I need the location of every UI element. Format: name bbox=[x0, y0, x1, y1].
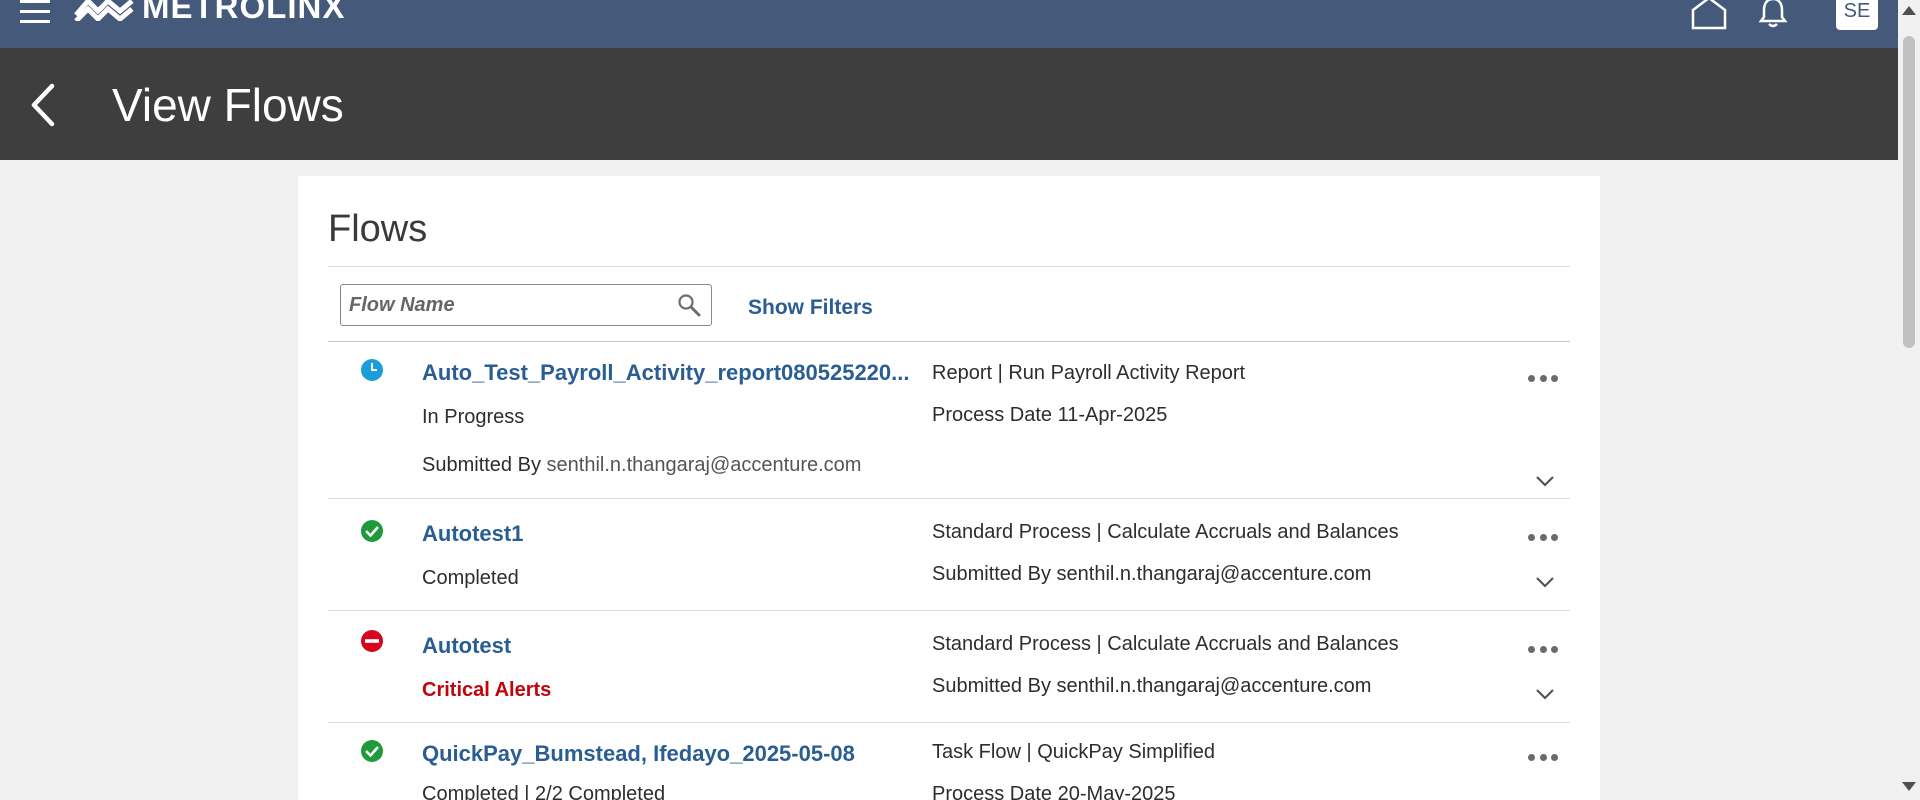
search-icon[interactable] bbox=[677, 293, 701, 317]
clock-icon bbox=[361, 359, 383, 381]
submitted-by-value: senthil.n.thangaraj@accenture.com bbox=[1056, 563, 1372, 585]
submitted-by-value: senthil.n.thangaraj@accenture.com bbox=[546, 454, 862, 476]
more-actions-icon[interactable] bbox=[1528, 529, 1558, 545]
scroll-thumb[interactable] bbox=[1903, 36, 1915, 348]
flows-section-title: Flows bbox=[328, 208, 428, 250]
top-navigation-bar: METROLINX SE bbox=[0, 0, 1898, 48]
flow-type: Standard Process | Calculate Accruals an… bbox=[932, 633, 1399, 655]
expand-chevron-down-icon[interactable] bbox=[1534, 687, 1556, 701]
submitted-by-label: Submitted By bbox=[932, 675, 1051, 697]
more-actions-icon[interactable] bbox=[1528, 370, 1558, 386]
flow-name-link[interactable]: Auto_Test_Payroll_Activity_report0805252… bbox=[422, 360, 910, 386]
more-actions-icon[interactable] bbox=[1528, 749, 1558, 765]
flow-row: QuickPay_Bumstead, Ifedayo_2025-05-08 Co… bbox=[328, 723, 1570, 800]
brand-logo[interactable]: METROLINX bbox=[74, 0, 346, 25]
flow-row: Auto_Test_Payroll_Activity_report0805252… bbox=[328, 342, 1570, 498]
expand-chevron-down-icon[interactable] bbox=[1534, 575, 1556, 589]
process-date: Process Date 11-Apr-2025 bbox=[932, 404, 1167, 427]
process-date-value: 20-May-2025 bbox=[1057, 783, 1176, 800]
scroll-up-arrow-icon[interactable] bbox=[1902, 6, 1916, 15]
page-header: View Flows bbox=[0, 48, 1898, 160]
flow-name-link[interactable]: Autotest1 bbox=[422, 521, 523, 547]
metrolinx-logo-icon bbox=[74, 0, 134, 21]
submitted-by: Submitted By senthil.n.thangaraj@accentu… bbox=[422, 454, 861, 477]
flow-type: Standard Process | Calculate Accruals an… bbox=[932, 521, 1399, 543]
process-date: Process Date 20-May-2025 bbox=[932, 783, 1175, 800]
submitted-by-value: senthil.n.thangaraj@accenture.com bbox=[1056, 675, 1372, 697]
flow-status: Completed bbox=[422, 567, 519, 589]
user-avatar[interactable]: SE bbox=[1836, 0, 1878, 30]
page-title: View Flows bbox=[112, 79, 344, 131]
process-date-value: 11-Apr-2025 bbox=[1057, 404, 1168, 426]
submitted-by: Submitted By senthil.n.thangaraj@accentu… bbox=[932, 563, 1371, 586]
flow-status: Completed | 2/2 Completed bbox=[422, 783, 666, 800]
flows-panel: Flows Show Filters Auto_Test_Payroll_Act… bbox=[298, 176, 1600, 800]
flow-status-critical: Critical Alerts bbox=[422, 679, 552, 701]
brand-name: METROLINX bbox=[142, 0, 346, 25]
check-circle-icon bbox=[361, 740, 383, 762]
process-date-label: Process Date bbox=[932, 404, 1053, 426]
flow-row: Autotest Critical Alerts Standard Proces… bbox=[328, 611, 1570, 722]
error-circle-icon bbox=[361, 630, 383, 652]
submitted-by-label: Submitted By bbox=[422, 454, 541, 476]
more-actions-icon[interactable] bbox=[1528, 641, 1558, 657]
show-filters-link[interactable]: Show Filters bbox=[748, 296, 873, 320]
process-date-label: Process Date bbox=[932, 783, 1053, 800]
flow-name-link[interactable]: Autotest bbox=[422, 633, 511, 659]
back-chevron-icon[interactable] bbox=[24, 80, 64, 130]
hamburger-menu-icon[interactable] bbox=[20, 0, 52, 24]
flow-name-search-input[interactable] bbox=[349, 285, 669, 325]
submitted-by: Submitted By senthil.n.thangaraj@accentu… bbox=[932, 675, 1371, 698]
notifications-bell-icon[interactable] bbox=[1758, 0, 1788, 28]
flow-type: Report | Run Payroll Activity Report bbox=[932, 362, 1246, 384]
flow-row: Autotest1 Completed Standard Process | C… bbox=[328, 499, 1570, 610]
expand-chevron-down-icon[interactable] bbox=[1534, 474, 1556, 488]
flow-type: Task Flow | QuickPay Simplified bbox=[932, 741, 1216, 763]
divider bbox=[328, 266, 1570, 267]
flow-name-search[interactable] bbox=[340, 284, 712, 326]
flow-status: In Progress bbox=[422, 406, 525, 428]
scroll-down-arrow-icon[interactable] bbox=[1902, 782, 1916, 791]
flow-name-link[interactable]: QuickPay_Bumstead, Ifedayo_2025-05-08 bbox=[422, 741, 855, 767]
check-circle-icon bbox=[361, 520, 383, 542]
submitted-by-label: Submitted By bbox=[932, 563, 1051, 585]
home-icon[interactable] bbox=[1690, 0, 1728, 30]
vertical-scrollbar[interactable] bbox=[1898, 0, 1920, 800]
